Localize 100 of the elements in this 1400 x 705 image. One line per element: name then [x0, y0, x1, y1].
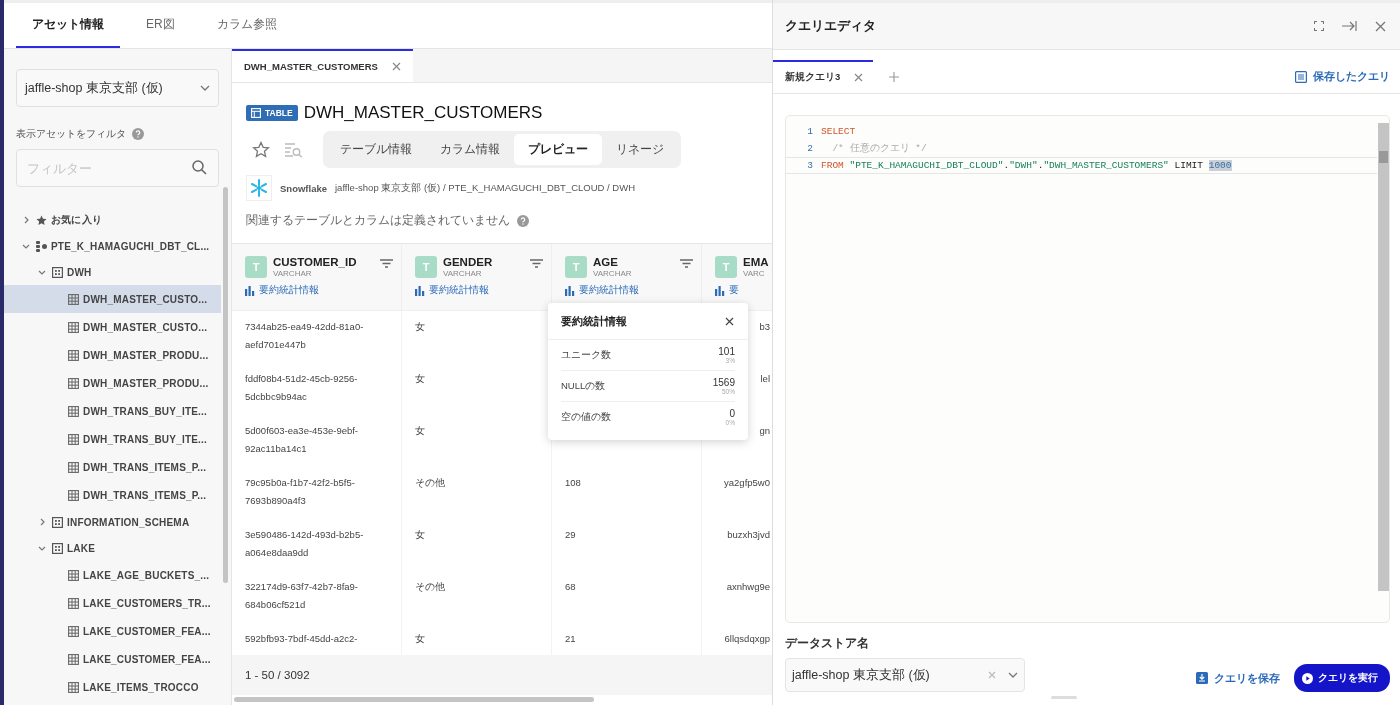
table-cell: 女 [415, 321, 425, 332]
filter-icon[interactable] [380, 259, 393, 268]
collapse-right-icon[interactable] [1342, 21, 1357, 31]
tree-item[interactable]: DWH_MASTER_CUSTO... [4, 285, 221, 313]
table-cell: 592bfb93-7bdf-45dd-a2c2- [245, 633, 358, 644]
scrollbar[interactable] [1378, 123, 1389, 591]
tree-item[interactable]: LAKE [4, 535, 221, 561]
summary-stats-link[interactable]: 要約統計情報 [245, 284, 319, 297]
filter-icon[interactable] [530, 259, 543, 268]
table-icon [68, 293, 79, 305]
table-cell: 5d00f603-ea3e-453e-9ebf-92ac11ba14c1 [245, 425, 359, 454]
scrollbar[interactable] [223, 187, 228, 583]
table-icon [68, 653, 79, 665]
line-number: 3 [806, 160, 814, 171]
field-label: データストア名 [785, 636, 869, 650]
tree-item[interactable]: DWH_TRANS_ITEMS_P... [4, 453, 221, 481]
document-tab[interactable]: DWH_MASTER_CUSTOMERS [232, 49, 413, 82]
summary-stats-link[interactable]: 要 [715, 284, 739, 297]
table-icon [68, 405, 79, 417]
table-cell: 6llqsdqxgp [724, 633, 770, 644]
tree-item[interactable]: お気に入り [4, 207, 221, 233]
clear-icon[interactable] [988, 671, 996, 679]
tree-item[interactable]: DWH_MASTER_PRODU... [4, 341, 221, 369]
view-tab[interactable]: リネージ [602, 134, 678, 165]
search-list-icon[interactable] [284, 141, 303, 158]
datastore-select[interactable]: jaffle-shop 東京支部 (仮) [16, 69, 219, 107]
table-cell: 3e590486-142d-493d-b2b5-a064e8daa9dd [245, 529, 364, 558]
code-editor[interactable]: 1 SELECT 2 /* 任意のクエリ */ 3 FROM "PTE_K_HAMAGUCHI_DBT_CLOUD"."DWH"."DWH_MASTER_CUSTOMERS" LIMIT 1000 [785, 115, 1390, 623]
chevron-right-icon [39, 518, 45, 526]
tree-item[interactable]: LAKE_CUSTOMERS_TR... [4, 589, 221, 617]
view-tab[interactable]: プレビュー [514, 134, 602, 165]
filter-label: 表示アセットをフィルタ [16, 127, 126, 141]
chevron-down-icon [200, 85, 210, 91]
saved-queries-link[interactable]: 保存したクエリ [1295, 69, 1390, 84]
table-cell: 女 [415, 425, 425, 436]
play-icon [1302, 672, 1313, 684]
search-icon [192, 160, 207, 175]
add-icon[interactable] [889, 71, 900, 82]
tree-item[interactable]: DWH [4, 259, 221, 285]
scrollbar[interactable] [234, 697, 594, 702]
bar-chart-icon [715, 285, 726, 296]
text-type-icon: T [415, 256, 437, 278]
stat-value: 1569 [712, 377, 735, 388]
table-cell: その他 [415, 477, 445, 488]
close-icon[interactable] [725, 317, 734, 326]
summary-stats-link[interactable]: 要約統計情報 [565, 284, 639, 297]
table-icon [68, 681, 79, 693]
tree-item[interactable]: INFORMATION_SCHEMA [4, 509, 221, 535]
list-icon [1295, 70, 1307, 83]
tree-item[interactable]: DWH_TRANS_ITEMS_P... [4, 481, 221, 509]
tree-item[interactable]: DWH_MASTER_CUSTO... [4, 313, 221, 341]
tree-item[interactable]: DWH_MASTER_PRODU... [4, 369, 221, 397]
run-query-button[interactable]: クエリを実行 [1294, 664, 1390, 692]
text-type-icon: T [715, 256, 737, 278]
datastore-select[interactable]: jaffle-shop 東京支部 (仮) [785, 658, 1025, 692]
row-count: 1 - 50 / 3092 [245, 669, 310, 681]
tree-item[interactable]: LAKE_ITEMS_TROCCO [4, 673, 221, 701]
tree-item[interactable]: LAKE_AGE_BUCKETS_... [4, 561, 221, 589]
resize-handle[interactable] [1051, 696, 1077, 699]
tree-item[interactable]: DWH_TRANS_BUY_ITE... [4, 425, 221, 453]
code-line: FROM "PTE_K_HAMAGUCHI_DBT_CLOUD"."DWH"."DWH_MASTER_CUSTOMERS" LIMIT 1000 [821, 160, 1232, 171]
table-cell: lel [760, 373, 770, 384]
chevron-down-icon [22, 243, 30, 249]
bar-chart-icon [565, 285, 576, 296]
table-cell: 322174d9-63f7-42b7-8fa9-684b06cf521d [245, 581, 359, 610]
column-name: AGE [593, 256, 619, 268]
line-number: 1 [806, 126, 814, 137]
save-query-button[interactable]: クエリを保存 [1196, 670, 1280, 686]
tree-item[interactable]: LAKE_CUSTOMER_FEA... [4, 617, 221, 645]
table-icon [68, 461, 79, 473]
table-icon [68, 349, 79, 361]
column-type: VARCHAR [273, 269, 313, 278]
summary-stats-link[interactable]: 要約統計情報 [415, 284, 489, 297]
popover-title: 要約統計情報 [561, 314, 627, 329]
schema-icon [52, 516, 63, 528]
table-cell: axnhwg9e [726, 581, 770, 592]
table-icon [68, 569, 79, 581]
table-cell: 21 [565, 633, 576, 644]
view-tab[interactable]: テーブル情報 [326, 134, 426, 165]
table-icon [68, 597, 79, 609]
table-cell: 29 [565, 529, 576, 540]
schema-icon [52, 266, 63, 278]
column-type: VARCHAR [443, 269, 483, 278]
panel-tab[interactable]: ER図 [130, 3, 191, 48]
expand-icon[interactable] [1314, 21, 1324, 31]
panel-tab[interactable]: カラム参照 [200, 3, 293, 48]
stat-value: 0 [729, 408, 735, 419]
filter-icon[interactable] [680, 259, 693, 268]
chevron-down-icon [38, 269, 46, 275]
table-cell: ya2gfp5w0 [724, 477, 770, 488]
tree-item[interactable]: DWH_TRANS_BUY_ITE... [4, 397, 221, 425]
column-type: VARCHAR [593, 269, 633, 278]
tree-item[interactable]: LAKE_CUSTOMER_FEA... [4, 645, 221, 673]
view-tab[interactable]: カラム情報 [426, 134, 514, 165]
text-type-icon: T [245, 256, 267, 278]
close-icon[interactable] [1375, 20, 1386, 32]
star-icon[interactable] [252, 140, 270, 159]
table-type-badge: TABLE [246, 105, 298, 121]
tree-item[interactable]: PTE_K_HAMAGUCHI_DBT_CL... [4, 233, 221, 259]
line-number: 2 [806, 143, 814, 154]
